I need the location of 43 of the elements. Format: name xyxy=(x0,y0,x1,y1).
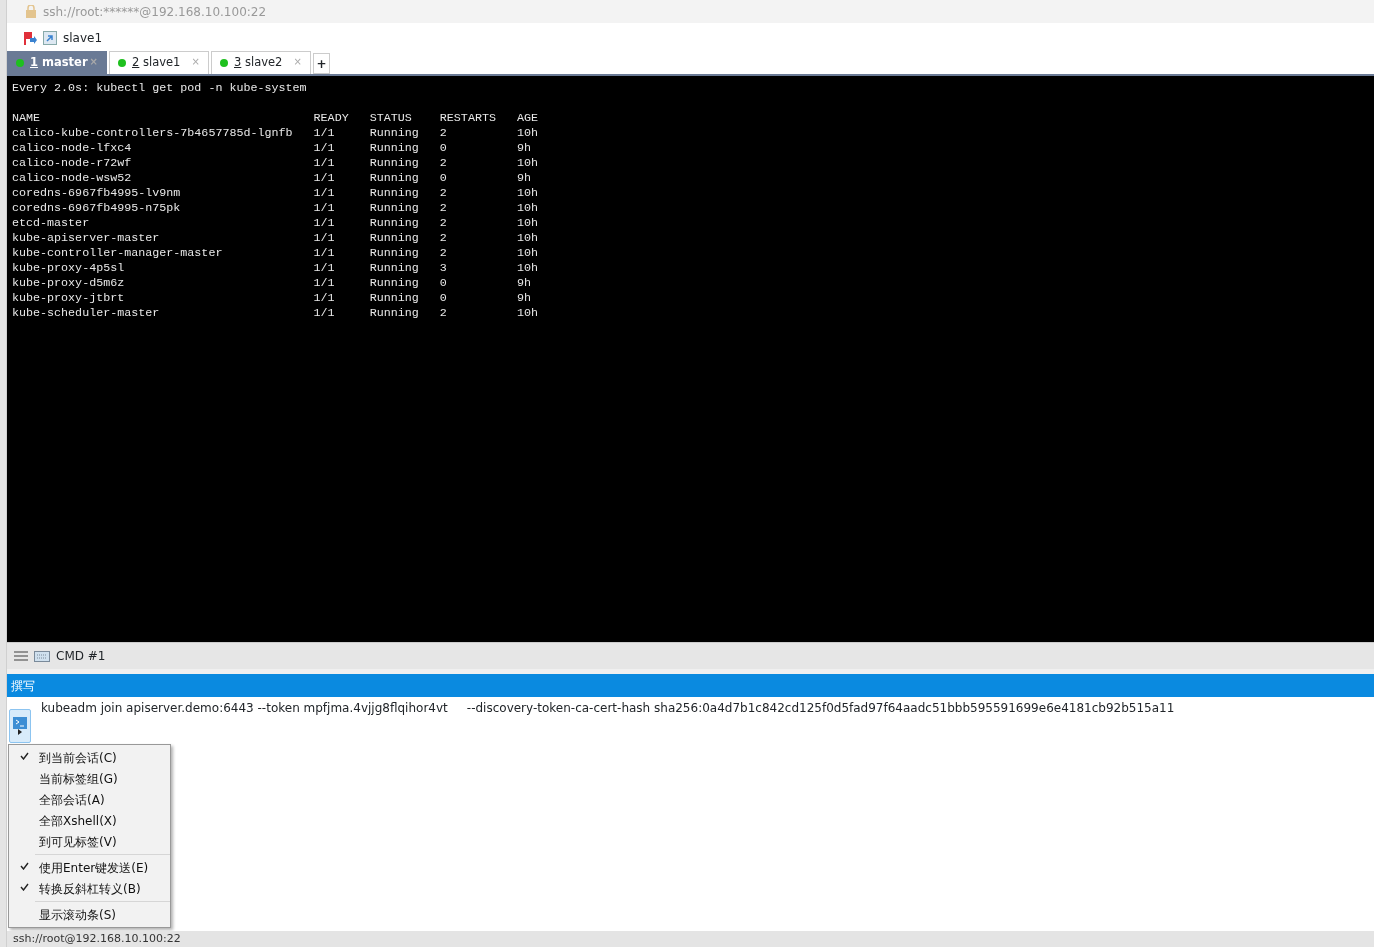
terminal-line: kube-scheduler-master 1/1 Running 2 10h xyxy=(12,306,540,321)
status-text: ssh://root@192.168.10.100:22 xyxy=(7,931,1374,947)
terminal-line: calico-node-lfxc4 1/1 Running 0 9h xyxy=(12,141,532,156)
menu-item[interactable]: 到当前会话(C) xyxy=(9,747,170,768)
cmd-label: CMD #1 xyxy=(56,648,106,665)
flag-icon xyxy=(23,30,37,45)
terminal-line: coredns-6967fb4995-lv9nm 1/1 Running 2 10h xyxy=(12,186,540,201)
menu-item[interactable]: 使用Enter键发送(E) xyxy=(9,857,170,878)
menu-item[interactable]: 全部会话(A) xyxy=(9,789,170,810)
menu-item[interactable]: 转换反斜杠转义(B) xyxy=(9,878,170,899)
terminal-icon xyxy=(13,717,27,729)
status-dot xyxy=(16,59,24,67)
terminal-line: calico-node-r72wf 1/1 Running 2 10h xyxy=(12,156,540,171)
terminal-line: calico-node-wsw52 1/1 Running 0 9h xyxy=(12,171,532,186)
lock-icon xyxy=(25,5,37,18)
session-tab[interactable]: 1 master × xyxy=(7,51,107,74)
session-tab[interactable]: 3 slave2 × xyxy=(211,51,311,74)
menu-item[interactable]: 显示滚动条(S) xyxy=(9,904,170,925)
compose-text: kubeadm join apiserver.demo:6443 --token mpfjma.4vjjg8flqihor4vt --discovery-token-ca-cert-hash sha256:0a4d7b1c842cd125f0d5fad97f64aadc51bbb595591699e6e4181cb92b515a11 xyxy=(40,700,1176,717)
send-target-button[interactable] xyxy=(9,709,31,743)
keyboard-icon xyxy=(34,650,50,662)
menu-item[interactable]: 全部Xshell(X) xyxy=(9,810,170,831)
compose-title: 撰写 xyxy=(7,674,1374,697)
address-text: ssh://root:******@192.168.10.100:22 xyxy=(43,3,267,21)
session-title: slave1 xyxy=(63,29,103,47)
terminal-line: kube-apiserver-master 1/1 Running 2 10h xyxy=(12,231,540,246)
terminal-line: kube-proxy-d5m6z 1/1 Running 0 9h xyxy=(12,276,532,291)
terminal-line: NAME READY STATUS RESTARTS AGE xyxy=(12,111,540,126)
session-tab[interactable]: 2 slave1 × xyxy=(109,51,209,74)
terminal-line: calico-kube-controllers-7b4657785d-lgnfb 1/1 Running 2 10h xyxy=(12,126,540,141)
terminal-line: coredns-6967fb4995-n75pk 1/1 Running 2 10h xyxy=(12,201,540,216)
terminal-line: etcd-master 1/1 Running 2 10h xyxy=(12,216,540,231)
status-dot xyxy=(118,59,126,67)
terminal-line: kube-proxy-4p5sl 1/1 Running 3 10h xyxy=(12,261,540,276)
menu-item[interactable]: 当前标签组(G) xyxy=(9,768,170,789)
menu-icon xyxy=(14,651,28,661)
shortcut-icon xyxy=(43,30,57,45)
terminal-line: kube-controller-manager-master 1/1 Running 2 10h xyxy=(12,246,540,261)
status-dot xyxy=(220,59,228,67)
menu-item[interactable]: 到可见标签(V) xyxy=(9,831,170,852)
terminal-line: Every 2.0s: kubectl get pod -n kube-system xyxy=(12,81,308,96)
new-tab-button[interactable]: + xyxy=(313,53,330,74)
terminal-line: kube-proxy-jtbrt 1/1 Running 0 9h xyxy=(12,291,532,306)
